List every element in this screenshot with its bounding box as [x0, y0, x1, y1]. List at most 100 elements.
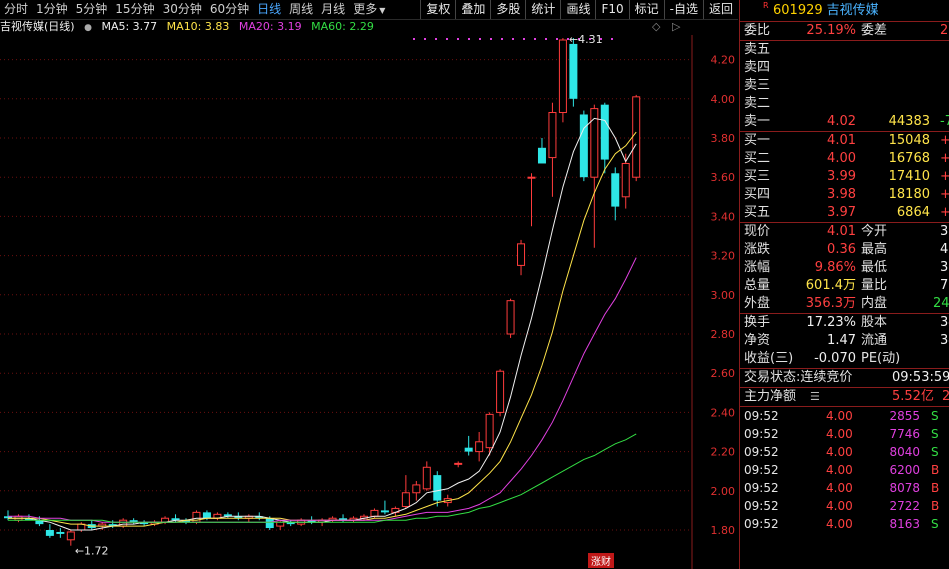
top-marker	[490, 38, 492, 40]
period-fenshi[interactable]: 分时	[0, 0, 32, 19]
candle-body	[611, 173, 620, 207]
candle-body	[506, 300, 515, 335]
period-15min[interactable]: 15分钟	[111, 0, 158, 19]
period-more-label: 更多	[353, 1, 378, 16]
top-marker	[457, 38, 459, 40]
kline-chart[interactable]: 4.20 4.00 3.80 3.60 3.40 3.20 3.00 2.80 2.60 2.40…	[0, 0, 738, 569]
buy-change: +	[940, 151, 949, 166]
stat-value-2: 34.	[940, 315, 949, 330]
stat-row: 涨跌 0.36 最高 4	[740, 241, 949, 259]
multi-stock-button[interactable]: 多股	[490, 0, 525, 19]
stat-value-2: 7	[940, 278, 949, 293]
diamond-icon[interactable]: ◇	[652, 20, 660, 33]
period-daily[interactable]: 日线	[253, 0, 285, 19]
fuquan-button[interactable]: 复权	[420, 0, 455, 19]
sell1-price: 4.02	[827, 114, 856, 129]
expand-icon[interactable]: ▷	[672, 20, 680, 33]
period-weekly[interactable]: 周线	[285, 0, 317, 19]
tick-volume: 6200	[889, 463, 920, 477]
candle-body	[265, 518, 274, 529]
buy-label: 买四	[744, 187, 771, 202]
candle-body	[579, 114, 588, 178]
tick-price: 4.00	[826, 427, 853, 441]
y-tick-label: 2.40	[711, 406, 736, 419]
stat-label: 涨跌	[744, 242, 771, 257]
buy2-row: 买二 4.00 16768 +	[740, 150, 949, 168]
y-tick-label: 2.60	[711, 367, 736, 380]
overlay-button[interactable]: 叠加	[455, 0, 490, 19]
weibi-label: 委比	[744, 23, 771, 38]
tick-price: 4.00	[826, 499, 853, 513]
y-tick-label: 4.20	[711, 54, 736, 67]
candle-body	[569, 43, 578, 99]
tick-side: B	[931, 499, 940, 513]
draw-line-button[interactable]: 画线	[560, 0, 595, 19]
stat-row: 外盘 356.3万内盘 245.2	[740, 295, 949, 313]
doc-icon[interactable]: ☰	[810, 388, 820, 406]
event-label[interactable]: 涨财	[591, 555, 611, 568]
period-5min[interactable]: 5分钟	[72, 0, 112, 19]
buy3-row: 买三 3.99 17410 +	[740, 168, 949, 186]
period-monthly[interactable]: 月线	[317, 0, 349, 19]
buy-label: 买三	[744, 169, 771, 184]
buy-price: 4.00	[827, 151, 856, 166]
stat-value: 356.3万	[805, 296, 856, 311]
stat-value-2: 245.2	[933, 296, 949, 311]
period-more[interactable]: 更多 ▼	[349, 0, 389, 20]
back-button[interactable]: 返回	[702, 0, 738, 19]
f10-button[interactable]: F10	[595, 0, 628, 19]
stat-value: 4.01	[827, 224, 856, 239]
candle-body	[56, 531, 65, 534]
buy-price: 3.97	[827, 205, 856, 220]
y-tick-label: 3.60	[711, 171, 736, 184]
stat-value-2: 3	[940, 260, 949, 275]
buy-label: 买五	[744, 205, 771, 220]
sell3-row: 卖三	[740, 77, 949, 95]
tick-volume: 2855	[889, 409, 920, 423]
stat-row: 现价 4.01 今开 3	[740, 223, 949, 241]
tick-time: 09:52	[744, 481, 779, 495]
sell1-label: 卖一	[744, 114, 771, 129]
settings-dot-icon[interactable]: ●	[84, 23, 92, 33]
candle	[506, 298, 515, 338]
top-marker	[545, 38, 547, 40]
period-60min[interactable]: 60分钟	[206, 0, 253, 19]
sell3-label: 卖三	[744, 78, 771, 93]
tick-price: 4.00	[826, 409, 853, 423]
candle-body	[475, 441, 484, 453]
stat-label-2: 量比	[861, 278, 888, 293]
remove-watchlist-button[interactable]: -自选	[663, 0, 703, 19]
stat-label-2: 最低	[861, 260, 888, 275]
tick-side: S	[931, 427, 939, 441]
tick-price: 4.00	[826, 481, 853, 495]
stat-label: 涨幅	[744, 260, 771, 275]
stat-value: 1.47	[827, 333, 856, 348]
ma-legend: 吉视传媒(日线) ● MA5: 3.77 MA10: 3.83 MA20: 3.…	[0, 19, 700, 35]
candle	[579, 110, 588, 182]
candle-body	[401, 492, 410, 507]
top-marker	[468, 38, 470, 40]
stat-label-2: 最高	[861, 242, 888, 257]
ma5-value: MA5: 3.77	[101, 20, 158, 33]
candle-body	[632, 96, 641, 178]
buy-price: 4.01	[827, 133, 856, 148]
statistics-button[interactable]: 统计	[525, 0, 560, 19]
tick-list[interactable]: 09:52 4.00 2855 S 09:52 4.00 7746 S 09:52 4.00 804…	[740, 407, 949, 533]
mark-button[interactable]: 标记	[628, 0, 664, 19]
stat-row: 换手 17.23% 股本 34.	[740, 314, 949, 332]
stat-label: 外盘	[744, 296, 771, 311]
main-net-value: 5.52亿	[892, 389, 934, 404]
candle-body	[464, 447, 473, 452]
buy1-row: 买一 4.01 15048 +	[740, 132, 949, 150]
buy-change: +	[940, 187, 949, 202]
stat-label: 净资	[744, 333, 771, 348]
y-tick-label: 3.80	[711, 132, 736, 145]
candle-body	[422, 466, 431, 490]
period-1min[interactable]: 1分钟	[32, 0, 72, 19]
stat-value: 9.86%	[814, 260, 856, 275]
buy-change: +	[940, 169, 949, 184]
main-net-extra: 2	[942, 389, 949, 404]
sell2-label: 卖二	[744, 96, 771, 111]
candle-body	[496, 370, 505, 413]
period-30min[interactable]: 30分钟	[159, 0, 206, 19]
